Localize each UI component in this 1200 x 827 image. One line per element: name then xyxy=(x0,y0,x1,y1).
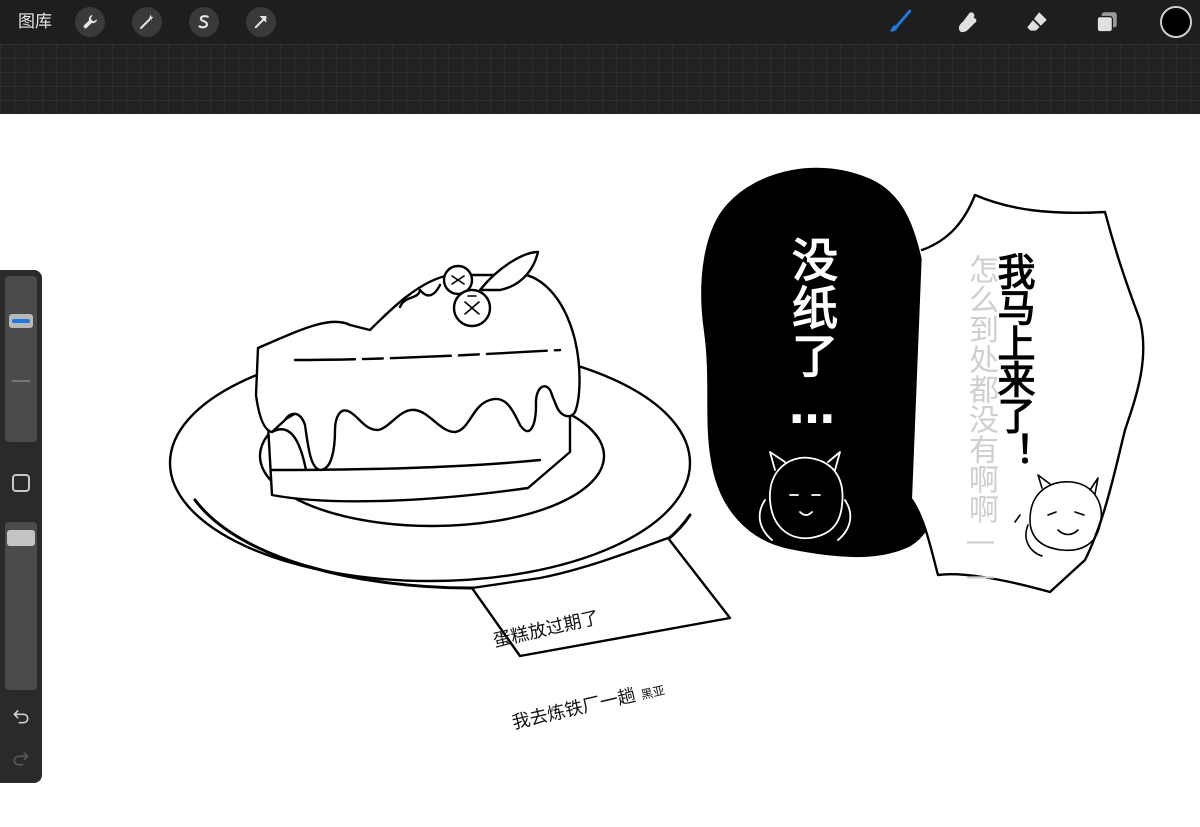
undo-icon xyxy=(13,710,29,724)
size-slider-tick xyxy=(12,380,30,382)
note-signature: 黑亚 xyxy=(639,683,667,703)
brush-opacity-slider[interactable] xyxy=(5,522,37,690)
selection-button[interactable] xyxy=(189,7,219,37)
note-line-1: 蛋糕放过期了 xyxy=(491,607,602,652)
brush-sidebar xyxy=(0,270,42,783)
arrow-cursor-icon xyxy=(254,16,267,29)
magic-wand-icon xyxy=(140,14,154,29)
speech-bubble-left-text: 没纸了… xyxy=(785,236,839,436)
modifier-square-icon[interactable] xyxy=(12,474,30,492)
redo-button[interactable] xyxy=(9,746,33,770)
eraser-icon xyxy=(1027,12,1047,31)
selection-s-icon xyxy=(198,15,209,29)
undo-button[interactable] xyxy=(9,704,33,728)
wrench-icon xyxy=(83,15,97,29)
color-swatch[interactable] xyxy=(1160,6,1192,38)
drawing-canvas[interactable]: 没纸了… 怎么到处都没有啊啊—— 我马上来了！ 蛋糕放过期了 我去炼铁厂一趟 黑… xyxy=(0,114,1200,827)
canvas-backdrop-grid xyxy=(0,44,1200,114)
brush-size-thumb[interactable] xyxy=(9,314,33,328)
adjustments-button[interactable] xyxy=(132,7,162,37)
redo-icon xyxy=(13,752,29,766)
note-line-2-text: 我去炼铁厂一趟 xyxy=(510,684,638,734)
layers-tool-button[interactable] xyxy=(1092,7,1122,37)
transform-button[interactable] xyxy=(246,7,276,37)
brush-icon xyxy=(890,9,912,32)
gallery-button[interactable]: 图库 xyxy=(18,11,52,33)
cake-drawing xyxy=(254,250,581,503)
layers-icon xyxy=(1096,12,1117,33)
smudge-finger-icon xyxy=(958,12,977,33)
brush-size-slider[interactable] xyxy=(5,276,37,442)
eraser-tool-button[interactable] xyxy=(1022,7,1052,37)
actions-button[interactable] xyxy=(75,7,105,37)
brush-opacity-thumb[interactable] xyxy=(7,530,35,546)
speech-bubble-right-main-text: 我马上来了！ xyxy=(991,252,1035,468)
top-toolbar: 图库 xyxy=(0,0,1200,44)
smudge-tool-button[interactable] xyxy=(952,7,982,37)
brush-tool-button[interactable] xyxy=(885,7,915,37)
note-line-2: 我去炼铁厂一趟 黑亚 xyxy=(509,661,730,739)
